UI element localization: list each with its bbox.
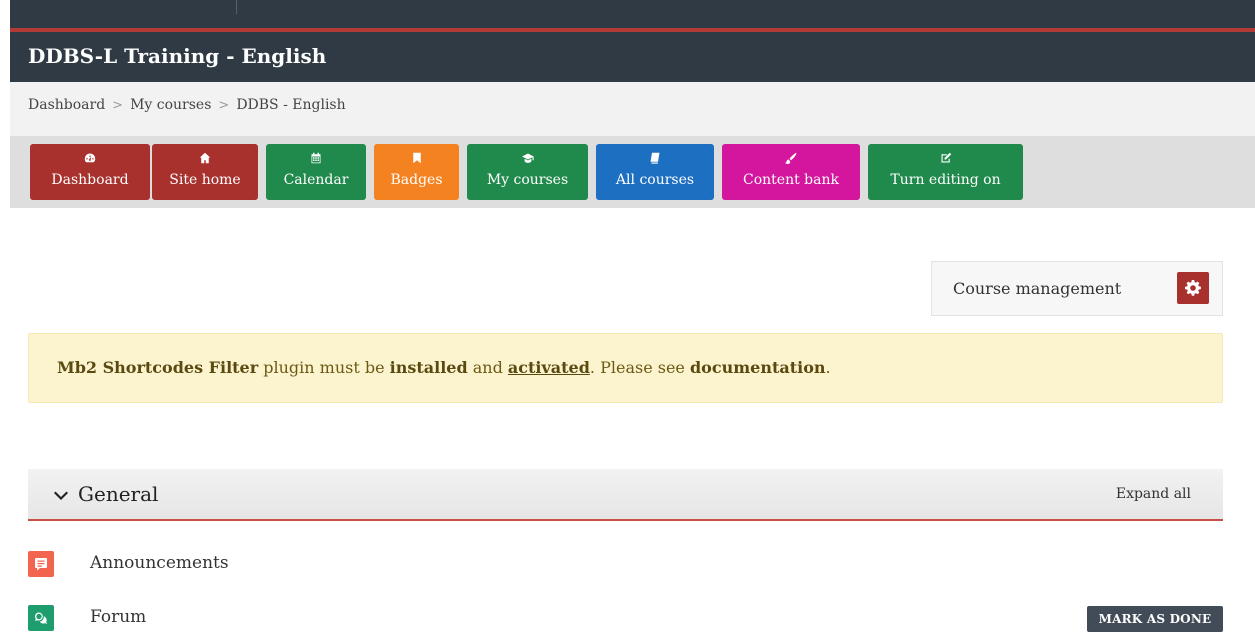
nav-calendar-button[interactable]: Calendar: [266, 144, 366, 200]
alert-text-segment: . Please see: [589, 358, 690, 377]
alert-text-segment: plugin must be: [258, 358, 390, 377]
nav-all-courses-label: All courses: [615, 172, 695, 188]
nav-my-courses-button[interactable]: My courses: [467, 144, 588, 200]
top-bar: [10, 0, 1255, 28]
home-icon: [152, 152, 258, 168]
graduation-cap-icon: [467, 152, 588, 168]
nav-site-home-button[interactable]: Site home: [152, 144, 258, 200]
section-general-header[interactable]: General Expand all: [28, 469, 1223, 521]
mark-as-done-button[interactable]: MARK AS DONE: [1087, 606, 1223, 632]
alert-message: Mb2 Shortcodes Filter plugin must be ins…: [57, 358, 831, 377]
nav-all-courses-button[interactable]: All courses: [596, 144, 714, 200]
page-title: DDBS-L Training - English: [28, 44, 327, 68]
nav-dashboard-label: Dashboard: [51, 172, 129, 188]
top-bar-divider: [236, 0, 237, 14]
nav-site-home-label: Site home: [169, 172, 241, 188]
forum-icon: [28, 605, 54, 631]
nav-badges-label: Badges: [390, 172, 443, 188]
breadcrumb-separator-icon: >: [112, 98, 124, 113]
nav-badges-button[interactable]: Badges: [374, 144, 459, 200]
paintbrush-icon: [722, 152, 860, 168]
alert-documentation: documentation: [689, 358, 826, 377]
nav-turn-editing-on-button[interactable]: Turn editing on: [868, 144, 1023, 200]
nav-content-bank-button[interactable]: Content bank: [722, 144, 860, 200]
alert-installed: installed: [389, 358, 468, 377]
course-management-label: Course management: [953, 279, 1122, 298]
breadcrumb-my-courses[interactable]: My courses: [130, 97, 211, 113]
activity-name[interactable]: Forum: [90, 607, 146, 627]
bookmark-icon: [374, 152, 459, 168]
course-nav-bar: Dashboard Site home Calendar Badges My c…: [10, 136, 1255, 208]
nav-content-bank-label: Content bank: [743, 172, 839, 188]
breadcrumb: Dashboard > My courses > DDBS - English: [28, 97, 346, 113]
section-title: General: [78, 482, 159, 506]
alert-activated-link[interactable]: activated: [508, 358, 590, 377]
alert-text-segment: and: [467, 358, 508, 377]
activity-announcements[interactable]: Announcements: [28, 549, 1223, 579]
breadcrumb-course[interactable]: DDBS - English: [236, 97, 345, 113]
nav-dashboard-button[interactable]: Dashboard: [30, 144, 150, 200]
site-header: DDBS-L Training - English: [10, 32, 1255, 82]
dashboard-icon: [30, 152, 150, 168]
expand-all-link[interactable]: Expand all: [1116, 486, 1191, 502]
alert-text-segment: .: [825, 358, 831, 377]
activity-forum[interactable]: Forum MARK AS DONE: [28, 603, 1223, 633]
activity-name[interactable]: Announcements: [90, 553, 229, 573]
breadcrumb-dashboard[interactable]: Dashboard: [28, 97, 105, 113]
breadcrumb-separator-icon: >: [218, 98, 230, 113]
announcement-icon: [28, 551, 54, 577]
alert-plugin-name: Mb2 Shortcodes Filter: [57, 358, 259, 377]
gear-icon: [1185, 280, 1201, 296]
book-icon: [596, 152, 714, 168]
course-management-box: Course management: [931, 261, 1223, 316]
course-management-button[interactable]: [1177, 272, 1209, 304]
nav-calendar-label: Calendar: [283, 172, 349, 188]
plugin-warning-alert: Mb2 Shortcodes Filter plugin must be ins…: [28, 333, 1223, 403]
chevron-down-icon[interactable]: [54, 487, 68, 501]
breadcrumb-bar: Dashboard > My courses > DDBS - English: [10, 82, 1255, 136]
nav-my-courses-label: My courses: [486, 172, 569, 188]
nav-turn-editing-on-label: Turn editing on: [890, 172, 1001, 188]
edit-icon: [868, 152, 1023, 168]
calendar-icon: [266, 152, 366, 168]
